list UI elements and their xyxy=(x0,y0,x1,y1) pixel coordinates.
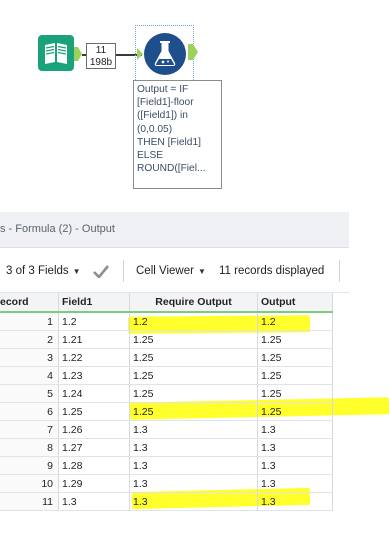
field1-cell[interactable]: 1.22 xyxy=(58,348,130,367)
table-row[interactable]: 3 1.22 1.25 1.25 xyxy=(0,348,333,367)
output-cell[interactable]: 1.25 xyxy=(257,348,333,367)
results-grid: ecord Field1 Require Output Output 1 1.2 1… xyxy=(0,293,333,511)
annotation-line: THEN [Field1] xyxy=(137,136,201,148)
grid-header-row: ecord Field1 Require Output Output xyxy=(0,293,333,313)
field1-cell[interactable]: 1.28 xyxy=(58,456,130,475)
require-output-cell[interactable]: 1.2 xyxy=(129,312,258,331)
results-title: s - Formula (2) - Output xyxy=(0,212,349,248)
record-cell[interactable]: 9 xyxy=(0,456,59,475)
output-cell[interactable]: 1.25 xyxy=(257,330,333,349)
table-row[interactable]: 1 1.2 1.2 1.2 xyxy=(0,312,333,331)
require-output-cell[interactable]: 1.25 xyxy=(129,330,258,349)
fields-selector[interactable]: 3 of 3 Fields ▼ xyxy=(6,263,81,279)
record-cell[interactable]: 7 xyxy=(0,420,59,439)
record-cell[interactable]: 4 xyxy=(0,366,59,385)
record-cell[interactable]: 11 xyxy=(0,492,59,511)
require-output-cell[interactable]: 1.25 xyxy=(129,366,258,385)
formula-output-anchor-icon[interactable] xyxy=(188,44,198,60)
record-count: 11 xyxy=(95,45,107,56)
toolbar-divider xyxy=(339,260,340,282)
field1-cell[interactable]: 1.27 xyxy=(58,438,130,457)
record-cell[interactable]: 10 xyxy=(0,474,59,493)
column-header-record[interactable]: ecord xyxy=(0,293,59,313)
output-cell[interactable]: 1.3 xyxy=(257,492,333,511)
table-row[interactable]: 2 1.21 1.25 1.25 xyxy=(0,330,333,349)
table-row[interactable]: 7 1.26 1.3 1.3 xyxy=(0,420,333,439)
results-toolbar: 3 of 3 Fields ▼ Cell Viewer ▼ 11 records d… xyxy=(0,248,349,293)
records-displayed-status: 11 records displayed xyxy=(219,265,325,277)
formula-annotation: Output = IF [Field1]-floor ([Field1]) in (0… xyxy=(133,80,222,189)
record-cell[interactable]: 3 xyxy=(0,348,59,367)
require-output-cell[interactable]: 1.25 xyxy=(129,348,258,367)
annotation-line: [Field1]-floor xyxy=(137,97,194,109)
field1-cell[interactable]: 1.24 xyxy=(58,384,130,403)
field1-cell[interactable]: 1.21 xyxy=(58,330,130,349)
cell-viewer-label: Cell Viewer xyxy=(136,265,194,277)
field1-cell[interactable]: 1.29 xyxy=(58,474,130,493)
input-data-tool-icon[interactable] xyxy=(38,35,74,71)
table-row[interactable]: 9 1.28 1.3 1.3 xyxy=(0,456,333,475)
cell-viewer-dropdown[interactable]: Cell Viewer ▼ xyxy=(136,263,206,279)
require-output-cell[interactable]: 1.3 xyxy=(129,438,258,457)
require-output-cell[interactable]: 1.3 xyxy=(129,420,258,439)
record-size: 198b xyxy=(89,57,113,68)
input-output-anchor-icon[interactable] xyxy=(74,47,82,61)
record-count-badge: 11 198b xyxy=(86,43,116,69)
field1-cell[interactable]: 1.26 xyxy=(58,420,130,439)
field1-cell[interactable]: 1.25 xyxy=(58,402,130,421)
annotation-line: ROUND([Fiel... xyxy=(137,163,206,175)
require-output-cell[interactable]: 1.25 xyxy=(129,384,258,403)
field1-cell[interactable]: 1.23 xyxy=(58,366,130,385)
require-output-cell[interactable]: 1.3 xyxy=(129,474,258,493)
column-header-output[interactable]: Output xyxy=(257,293,333,313)
output-cell[interactable]: 1.3 xyxy=(257,420,333,439)
chevron-down-icon: ▼ xyxy=(197,267,206,276)
record-cell[interactable]: 5 xyxy=(0,384,59,403)
output-cell[interactable]: 1.25 xyxy=(257,402,333,421)
column-header-require-output[interactable]: Require Output xyxy=(129,293,258,313)
toolbar-divider xyxy=(123,260,124,282)
annotation-line: ELSE xyxy=(137,150,164,162)
table-row[interactable]: 6 1.25 1.25 1.25 xyxy=(0,402,333,421)
output-cell[interactable]: 1.2 xyxy=(257,312,333,331)
require-output-cell[interactable]: 1.25 xyxy=(129,402,258,421)
table-row[interactable]: 10 1.29 1.3 1.3 xyxy=(0,474,333,493)
table-row[interactable]: 11 1.3 1.3 1.3 xyxy=(0,492,333,511)
record-cell[interactable]: 6 xyxy=(0,402,59,421)
field1-cell[interactable]: 1.3 xyxy=(58,492,130,511)
workflow-canvas[interactable]: 11 198b Output = IF [Field1]-floor ([Field… xyxy=(0,0,389,210)
table-row[interactable]: 4 1.23 1.25 1.25 xyxy=(0,366,333,385)
output-cell[interactable]: 1.3 xyxy=(257,438,333,457)
annotation-line: (0,0.05) xyxy=(137,123,173,135)
record-cell[interactable]: 2 xyxy=(0,330,59,349)
table-row[interactable]: 5 1.24 1.25 1.25 xyxy=(0,384,333,403)
output-cell[interactable]: 1.25 xyxy=(257,366,333,385)
output-cell[interactable]: 1.3 xyxy=(257,456,333,475)
field1-cell[interactable]: 1.2 xyxy=(58,312,130,331)
require-output-cell[interactable]: 1.3 xyxy=(129,492,258,511)
table-row[interactable]: 8 1.27 1.3 1.3 xyxy=(0,438,333,457)
checkmark-icon[interactable] xyxy=(93,265,109,278)
output-cell[interactable]: 1.3 xyxy=(257,474,333,493)
require-output-cell[interactable]: 1.3 xyxy=(129,456,258,475)
formula-tool-icon[interactable] xyxy=(143,32,187,76)
chevron-down-icon: ▼ xyxy=(72,267,81,276)
annotation-line: Output = IF xyxy=(137,84,189,95)
column-header-field1[interactable]: Field1 xyxy=(58,293,130,313)
record-cell[interactable]: 8 xyxy=(0,438,59,457)
record-cell[interactable]: 1 xyxy=(0,312,59,331)
results-window: s - Formula (2) - Output 3 of 3 Fields ▼ … xyxy=(0,212,389,512)
output-cell[interactable]: 1.25 xyxy=(257,384,333,403)
annotation-line: ([Field1]) in xyxy=(137,110,188,122)
fields-label: 3 of 3 Fields xyxy=(6,265,69,277)
